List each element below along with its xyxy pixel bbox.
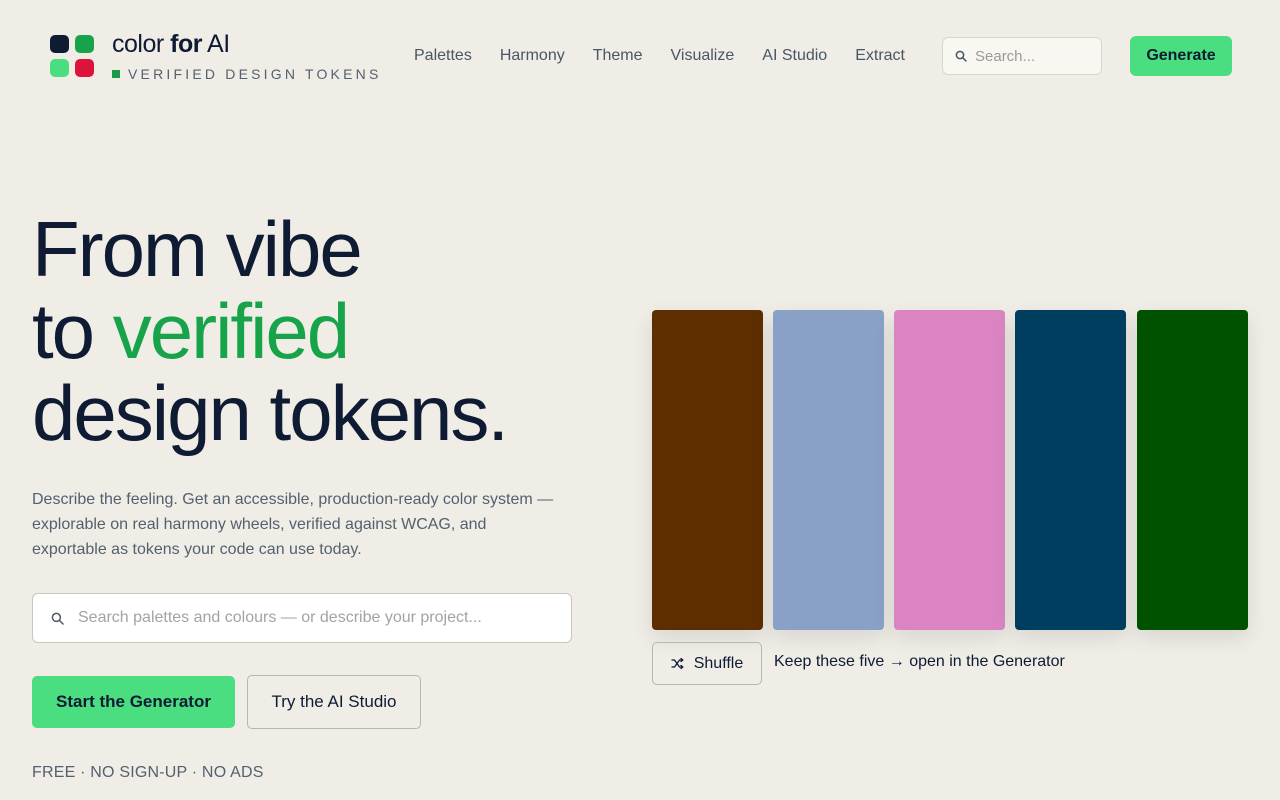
hero-headline: From vibe to verified design tokens. [32, 205, 509, 457]
shuffle-icon [671, 658, 684, 669]
nav-item-palettes[interactable]: Palettes [414, 47, 472, 65]
hero-description: Describe the feeling. Get an accessible,… [32, 491, 554, 558]
hero-line-2-prefix: to [32, 287, 113, 375]
pricing-footnote: FREE · NO SIGN-UP · NO ADS [32, 764, 264, 781]
brand-tagline: VERIFIED DESIGN TOKENS [112, 66, 381, 82]
color-swatch[interactable] [652, 310, 763, 630]
brand-name[interactable]: color for AI [112, 30, 230, 59]
hero-search[interactable] [32, 593, 572, 643]
color-swatch[interactable] [773, 310, 884, 630]
tagline-dot-icon [112, 70, 120, 78]
hero-search-input[interactable] [78, 609, 558, 627]
tagline-text: VERIFIED DESIGN TOKENS [128, 66, 382, 82]
hero-line-2-accent: verified [112, 287, 350, 375]
nav-item-extract[interactable]: Extract [855, 47, 905, 65]
color-swatch[interactable] [1137, 310, 1248, 630]
shuffle-label: Shuffle [693, 654, 744, 672]
logo-mark[interactable] [50, 35, 95, 77]
nav-item-visualize[interactable]: Visualize [671, 47, 735, 65]
shuffle-button[interactable]: Shuffle [652, 642, 762, 685]
try-ai-studio-button[interactable]: Try the AI Studio [247, 675, 421, 729]
brand-word-color: color [112, 30, 171, 58]
hero-line-3: design tokens. [32, 369, 509, 457]
logo-square-red [75, 59, 94, 77]
brand-word-ai: AI [201, 30, 230, 58]
main-nav: Palettes Harmony Theme Visualize AI Stud… [414, 47, 905, 65]
site-header: color for AI VERIFIED DESIGN TOKENS Pale… [0, 0, 1280, 110]
header-search[interactable] [942, 37, 1102, 75]
logo-square-green [75, 35, 94, 53]
nav-item-theme[interactable]: Theme [593, 47, 643, 65]
search-icon [51, 612, 64, 625]
color-swatch[interactable] [894, 310, 1005, 630]
logo-square-lightgreen [50, 59, 69, 77]
color-swatch[interactable] [1015, 310, 1126, 630]
brand-word-for: for [170, 30, 202, 58]
open-in-generator-link[interactable]: Keep these five → open in the Generator [774, 653, 1065, 671]
palette-swatches [652, 310, 1248, 630]
hero-line-1: From vibe [32, 205, 363, 293]
header-search-input[interactable] [975, 47, 1095, 65]
search-icon [955, 50, 967, 62]
generate-button[interactable]: Generate [1130, 36, 1232, 76]
start-generator-button[interactable]: Start the Generator [32, 676, 235, 728]
nav-item-harmony[interactable]: Harmony [500, 47, 565, 65]
logo-square-navy [50, 35, 69, 53]
nav-item-ai-studio[interactable]: AI Studio [762, 47, 827, 65]
